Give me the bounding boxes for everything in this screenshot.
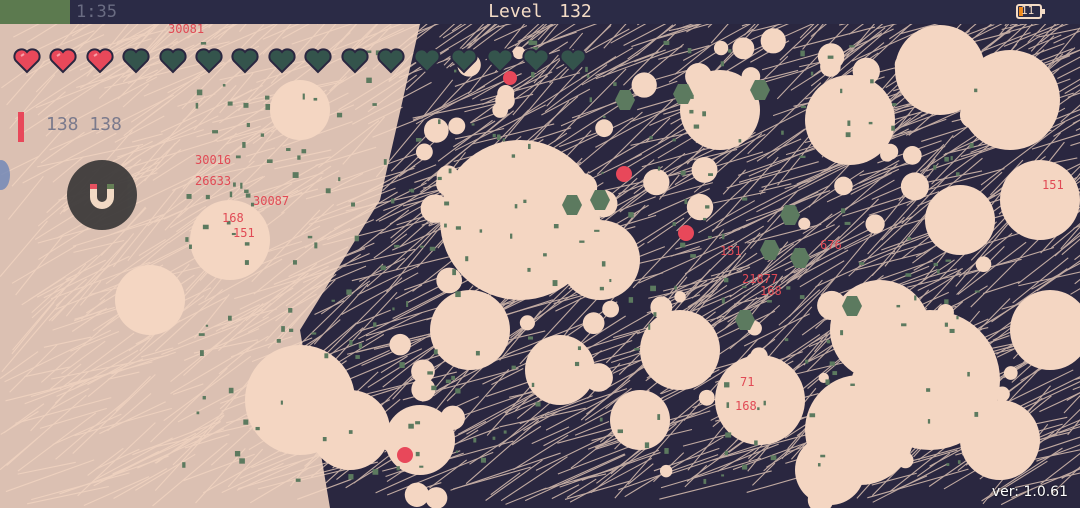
damage-number: 168 xyxy=(222,211,244,225)
hp-text: 138 138 xyxy=(46,114,122,135)
heart-icon xyxy=(303,45,339,79)
heart-icon xyxy=(194,45,230,79)
damage-number: 71 xyxy=(740,375,755,389)
magnet-icon xyxy=(90,184,114,209)
top-hud-bar: 1:35 Level 132 11 xyxy=(0,0,1080,24)
heart-icon xyxy=(48,45,84,79)
damage-number: 151 xyxy=(1042,178,1064,192)
damage-number: 676 xyxy=(820,238,842,252)
hp-current: 138 xyxy=(46,114,79,135)
heart-icon xyxy=(376,45,412,79)
hp-max: 138 xyxy=(89,114,122,135)
hp-bar-fill xyxy=(18,112,24,142)
damage-number: 168 xyxy=(735,399,757,413)
level-label: Level xyxy=(488,1,543,22)
heart-icon xyxy=(412,45,448,79)
heart-icon xyxy=(267,45,303,79)
magnet-ability-button[interactable] xyxy=(67,160,137,230)
battery-icon: 11 xyxy=(1016,4,1045,19)
heart-icon xyxy=(12,45,48,79)
battery-level-text: 11 xyxy=(1021,4,1035,17)
damage-number: 168 xyxy=(760,284,782,298)
damage-number: 30016 xyxy=(195,153,232,167)
level-value: 132 xyxy=(559,1,592,22)
damage-number: 30087 xyxy=(253,194,290,208)
damage-number: 151 xyxy=(233,226,255,240)
damage-number: 26633 xyxy=(195,174,232,188)
hp-bar xyxy=(18,112,24,142)
damage-number: 151 xyxy=(720,244,742,258)
battery-cap xyxy=(1042,9,1045,14)
heart-icon xyxy=(521,45,557,79)
hearts-row xyxy=(12,45,594,79)
heart-icon xyxy=(158,45,194,79)
heart-icon xyxy=(121,45,157,79)
heart-icon xyxy=(449,45,485,79)
heart-icon xyxy=(558,45,594,79)
heart-icon xyxy=(85,45,121,79)
heart-icon xyxy=(230,45,266,79)
heart-icon xyxy=(485,45,521,79)
damage-number: 30081 xyxy=(168,22,205,36)
version-label: ver: 1.0.61 xyxy=(991,484,1068,500)
level-indicator: Level 132 xyxy=(0,1,1080,22)
heart-icon xyxy=(340,45,376,79)
